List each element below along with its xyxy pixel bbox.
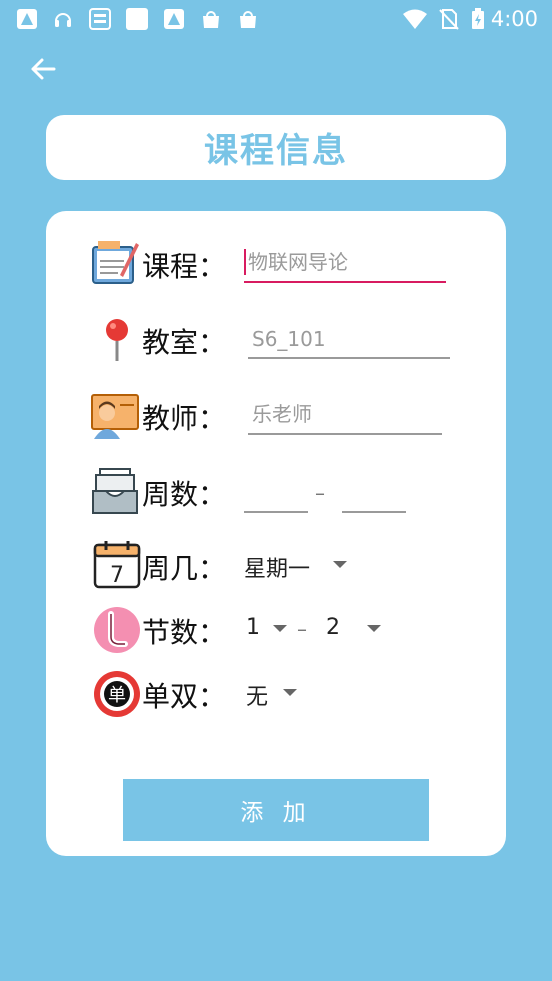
battery-charging-icon — [472, 8, 484, 29]
period-start-value: 1 — [246, 615, 260, 640]
weeks-separator: – — [315, 481, 325, 505]
calendar-day: 7 — [110, 563, 124, 588]
periods-label: 节数： — [142, 616, 227, 649]
classroom-placeholder: S6_101 — [252, 327, 326, 351]
calendar-icon: 7 — [93, 541, 141, 589]
week-end-input[interactable] — [342, 473, 406, 513]
bag-icon — [240, 11, 256, 28]
location-pin-icon — [106, 319, 128, 361]
classroom-input[interactable]: S6_101 — [248, 319, 450, 359]
app-icon — [17, 9, 37, 29]
notebook-icon — [92, 241, 139, 284]
periods-separator: – — [297, 617, 307, 641]
course-placeholder: 物联网导论 — [248, 250, 348, 274]
course-label: 课程： — [142, 250, 227, 283]
period-start-select[interactable]: 1 — [244, 609, 292, 649]
course-form: 课程： 物联网导论 教室： S6_101 教师： 乐老师 周数： – 7 周几：… — [46, 211, 506, 856]
inbox-tray-icon — [92, 468, 138, 514]
dropdown-arrow-icon — [283, 689, 297, 696]
status-time: 4:00 — [490, 7, 538, 31]
page-title: 课程信息 — [204, 131, 348, 171]
weeks-label: 周数： — [142, 478, 227, 511]
week-start-input[interactable] — [244, 473, 308, 513]
dropdown-arrow-icon — [367, 625, 381, 632]
dropdown-arrow-icon — [333, 561, 347, 568]
status-bar: 4:00 — [0, 0, 552, 40]
title-card: 课程信息 — [46, 115, 506, 180]
back-arrow-icon[interactable] — [26, 52, 62, 88]
odd-even-label: 单双： — [142, 680, 227, 713]
add-button[interactable]: 添 加 — [123, 779, 429, 841]
text-caret — [244, 249, 246, 275]
single-badge-icon: 单 — [94, 671, 140, 717]
weekday-label: 周几： — [142, 552, 227, 585]
odd-even-value: 无 — [246, 685, 269, 710]
period-end-select[interactable]: 2 — [324, 609, 384, 649]
teacher-input[interactable]: 乐老师 — [248, 395, 442, 435]
wifi-icon — [403, 9, 427, 29]
app-icon — [164, 9, 184, 29]
headset-icon — [55, 13, 71, 27]
period-end-value: 2 — [326, 615, 340, 640]
app-icon — [126, 8, 148, 30]
bag-icon — [203, 11, 219, 28]
teacher-icon — [91, 394, 139, 439]
dropdown-arrow-icon — [273, 625, 287, 632]
odd-even-select[interactable]: 无 — [244, 673, 304, 713]
clock-icon — [94, 607, 140, 653]
weekday-select[interactable]: 星期一 — [244, 545, 354, 585]
course-input[interactable]: 物联网导论 — [244, 243, 446, 283]
teacher-placeholder: 乐老师 — [252, 402, 312, 426]
weekday-value: 星期一 — [244, 557, 311, 582]
teacher-label: 教师： — [142, 402, 227, 435]
classroom-label: 教室： — [142, 326, 227, 359]
game-hall-icon — [89, 8, 111, 30]
no-sim-icon — [439, 9, 459, 30]
badge-text: 单 — [108, 685, 126, 706]
